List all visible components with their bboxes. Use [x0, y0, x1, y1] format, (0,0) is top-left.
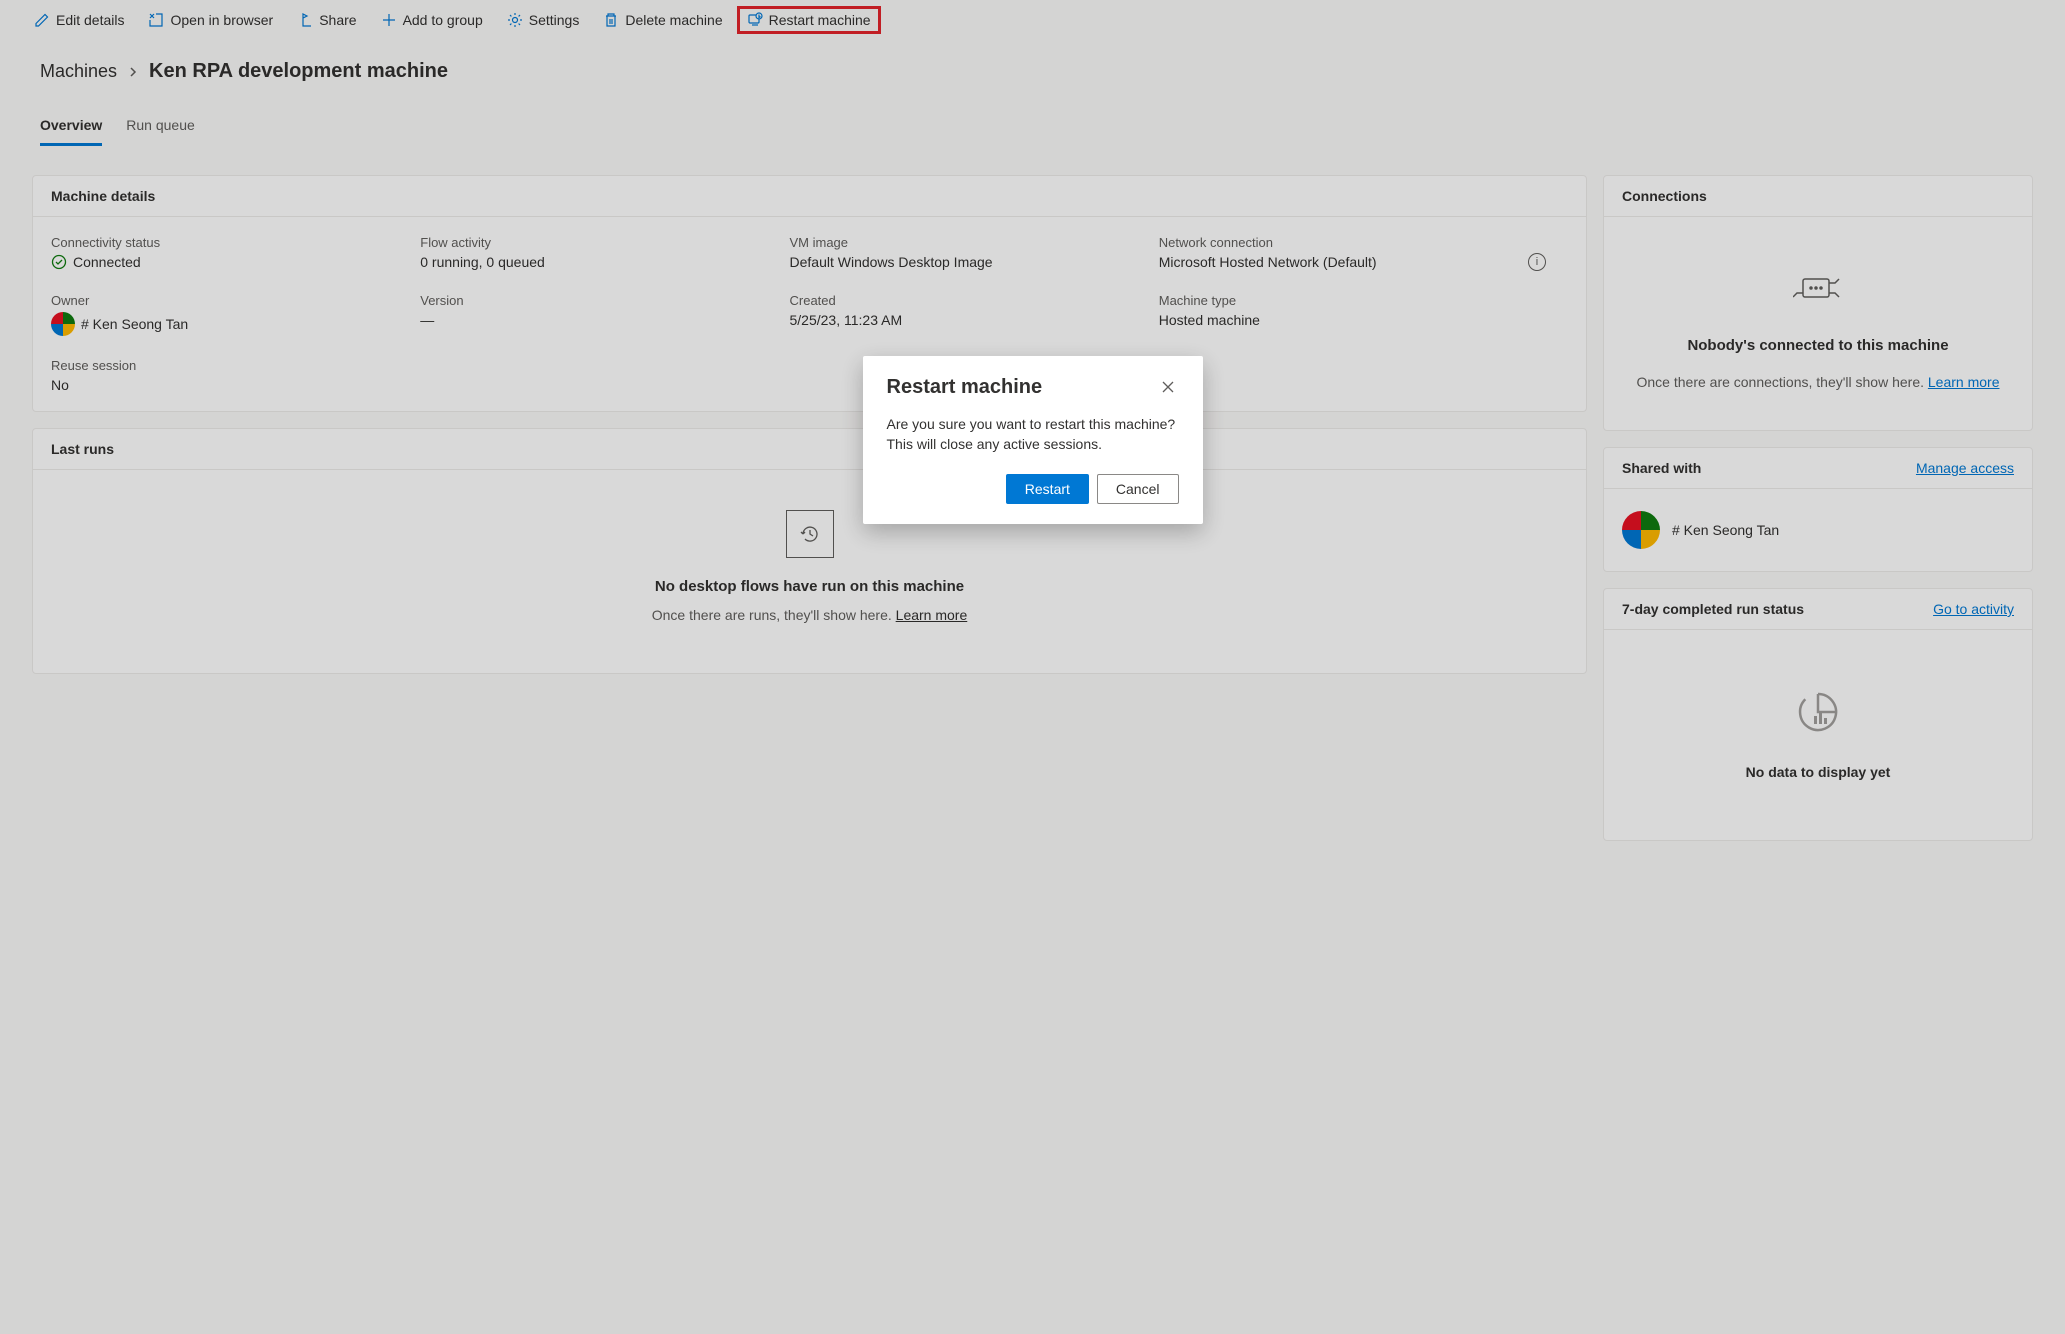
dialog-title: Restart machine — [887, 376, 1043, 399]
close-icon — [1161, 380, 1175, 394]
modal-overlay[interactable] — [0, 0, 2065, 1334]
dialog-body: Are you sure you want to restart this ma… — [887, 415, 1179, 454]
dialog-close-button[interactable] — [1157, 376, 1179, 398]
dialog-restart-button[interactable]: Restart — [1006, 474, 1089, 504]
dialog-cancel-button[interactable]: Cancel — [1097, 474, 1179, 504]
restart-dialog: Restart machine Are you sure you want to… — [863, 356, 1203, 524]
